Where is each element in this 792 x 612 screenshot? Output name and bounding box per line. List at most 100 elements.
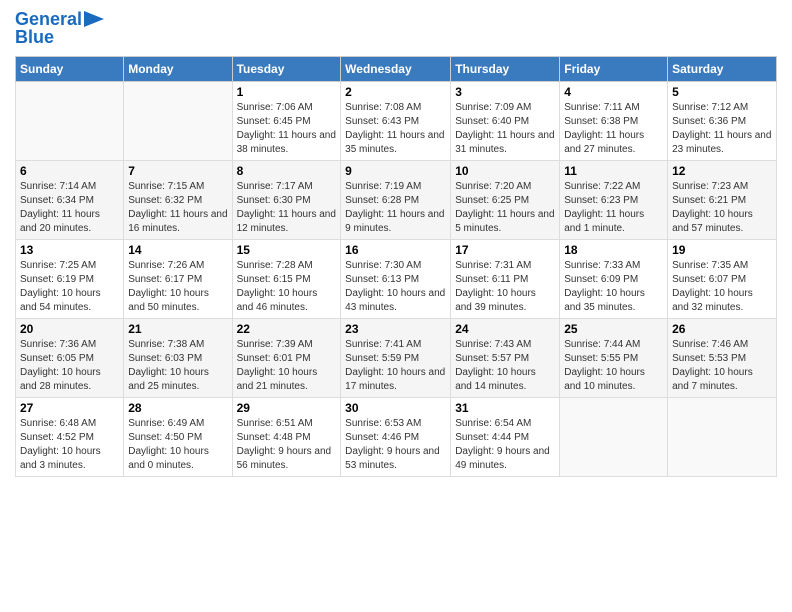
calendar-cell: 7 Sunrise: 7:15 AM Sunset: 6:32 PM Daylig… [124, 160, 232, 239]
day-info: Sunrise: 7:43 AM Sunset: 5:57 PM Dayligh… [455, 338, 555, 394]
day-info: Sunrise: 6:54 AM Sunset: 4:44 PM Dayligh… [455, 417, 555, 473]
day-number: 5 [672, 85, 772, 99]
day-info: Sunrise: 7:15 AM Sunset: 6:32 PM Dayligh… [128, 180, 227, 236]
calendar-week-row: 1Sunrise: 7:06 AM Sunset: 6:45 PM Daylig… [16, 81, 777, 160]
calendar-cell [16, 81, 124, 160]
day-number: 23 [345, 322, 446, 336]
day-number: 6 [20, 164, 119, 178]
calendar-body: 1Sunrise: 7:06 AM Sunset: 6:45 PM Daylig… [16, 81, 777, 476]
day-number: 25 [564, 322, 663, 336]
day-number: 24 [455, 322, 555, 336]
day-info: Sunrise: 7:23 AM Sunset: 6:21 PM Dayligh… [672, 180, 772, 236]
calendar-cell: 6 Sunrise: 7:14 AM Sunset: 6:34 PM Daylig… [16, 160, 124, 239]
day-info: Sunrise: 7:36 AM Sunset: 6:05 PM Dayligh… [20, 338, 119, 394]
day-number: 21 [128, 322, 227, 336]
day-info: Sunrise: 6:51 AM Sunset: 4:48 PM Dayligh… [237, 417, 337, 473]
calendar-header: SundayMondayTuesdayWednesdayThursdayFrid… [16, 56, 777, 81]
day-info: Sunrise: 7:11 AM Sunset: 6:38 PM Dayligh… [564, 101, 663, 157]
calendar-cell: 28 Sunrise: 6:49 AM Sunset: 4:50 PM Dayli… [124, 397, 232, 476]
calendar-cell: 19Sunrise: 7:35 AM Sunset: 6:07 PM Dayli… [668, 239, 777, 318]
day-number: 1 [237, 85, 337, 99]
calendar-cell: 16 Sunrise: 7:30 AM Sunset: 6:13 PM Dayli… [341, 239, 451, 318]
logo-general: General [15, 9, 82, 29]
calendar-cell: 14 Sunrise: 7:26 AM Sunset: 6:17 PM Dayli… [124, 239, 232, 318]
day-number: 22 [237, 322, 337, 336]
day-info: Sunrise: 7:41 AM Sunset: 5:59 PM Dayligh… [345, 338, 446, 394]
day-number: 2 [345, 85, 446, 99]
calendar-cell: 2 Sunrise: 7:08 AM Sunset: 6:43 PM Daylig… [341, 81, 451, 160]
day-number: 20 [20, 322, 119, 336]
calendar-cell: 13Sunrise: 7:25 AM Sunset: 6:19 PM Dayli… [16, 239, 124, 318]
calendar-cell: 5 Sunrise: 7:12 AM Sunset: 6:36 PM Daylig… [668, 81, 777, 160]
day-info: Sunrise: 7:30 AM Sunset: 6:13 PM Dayligh… [345, 259, 446, 315]
calendar-cell: 11Sunrise: 7:22 AM Sunset: 6:23 PM Dayli… [560, 160, 668, 239]
calendar-cell: 15Sunrise: 7:28 AM Sunset: 6:15 PM Dayli… [232, 239, 341, 318]
calendar-cell: 23 Sunrise: 7:41 AM Sunset: 5:59 PM Dayli… [341, 318, 451, 397]
logo-blue: Blue [15, 28, 54, 48]
day-info: Sunrise: 7:28 AM Sunset: 6:15 PM Dayligh… [237, 259, 337, 315]
day-number: 9 [345, 164, 446, 178]
calendar-cell: 26 Sunrise: 7:46 AM Sunset: 5:53 PM Dayli… [668, 318, 777, 397]
weekday-header: Saturday [668, 56, 777, 81]
weekday-header: Tuesday [232, 56, 341, 81]
calendar-cell: 24 Sunrise: 7:43 AM Sunset: 5:57 PM Dayli… [451, 318, 560, 397]
day-info: Sunrise: 7:38 AM Sunset: 6:03 PM Dayligh… [128, 338, 227, 394]
calendar-cell: 25 Sunrise: 7:44 AM Sunset: 5:55 PM Dayli… [560, 318, 668, 397]
calendar-cell: 1Sunrise: 7:06 AM Sunset: 6:45 PM Daylig… [232, 81, 341, 160]
calendar-week-row: 20 Sunrise: 7:36 AM Sunset: 6:05 PM Dayli… [16, 318, 777, 397]
day-number: 26 [672, 322, 772, 336]
day-number: 18 [564, 243, 663, 257]
header: General Blue [15, 10, 777, 48]
weekday-row: SundayMondayTuesdayWednesdayThursdayFrid… [16, 56, 777, 81]
calendar-cell: 31Sunrise: 6:54 AM Sunset: 4:44 PM Dayli… [451, 397, 560, 476]
calendar-cell: 21 Sunrise: 7:38 AM Sunset: 6:03 PM Dayli… [124, 318, 232, 397]
weekday-header: Monday [124, 56, 232, 81]
day-info: Sunrise: 7:46 AM Sunset: 5:53 PM Dayligh… [672, 338, 772, 394]
calendar-cell: 27Sunrise: 6:48 AM Sunset: 4:52 PM Dayli… [16, 397, 124, 476]
day-info: Sunrise: 7:20 AM Sunset: 6:25 PM Dayligh… [455, 180, 555, 236]
day-number: 12 [672, 164, 772, 178]
day-number: 7 [128, 164, 227, 178]
calendar-cell: 22 Sunrise: 7:39 AM Sunset: 6:01 PM Dayli… [232, 318, 341, 397]
day-number: 8 [237, 164, 337, 178]
day-number: 14 [128, 243, 227, 257]
calendar-cell: 18Sunrise: 7:33 AM Sunset: 6:09 PM Dayli… [560, 239, 668, 318]
weekday-header: Sunday [16, 56, 124, 81]
day-info: Sunrise: 6:53 AM Sunset: 4:46 PM Dayligh… [345, 417, 446, 473]
day-info: Sunrise: 7:19 AM Sunset: 6:28 PM Dayligh… [345, 180, 446, 236]
day-info: Sunrise: 7:17 AM Sunset: 6:30 PM Dayligh… [237, 180, 337, 236]
logo-arrow-icon [84, 11, 104, 27]
day-info: Sunrise: 7:12 AM Sunset: 6:36 PM Dayligh… [672, 101, 772, 157]
day-info: Sunrise: 7:14 AM Sunset: 6:34 PM Dayligh… [20, 180, 119, 236]
weekday-header: Wednesday [341, 56, 451, 81]
calendar-cell: 4Sunrise: 7:11 AM Sunset: 6:38 PM Daylig… [560, 81, 668, 160]
day-info: Sunrise: 7:44 AM Sunset: 5:55 PM Dayligh… [564, 338, 663, 394]
calendar-week-row: 13Sunrise: 7:25 AM Sunset: 6:19 PM Dayli… [16, 239, 777, 318]
calendar-cell: 10Sunrise: 7:20 AM Sunset: 6:25 PM Dayli… [451, 160, 560, 239]
calendar-cell: 9 Sunrise: 7:19 AM Sunset: 6:28 PM Daylig… [341, 160, 451, 239]
calendar-cell: 17Sunrise: 7:31 AM Sunset: 6:11 PM Dayli… [451, 239, 560, 318]
day-number: 16 [345, 243, 446, 257]
calendar-cell: 29 Sunrise: 6:51 AM Sunset: 4:48 PM Dayli… [232, 397, 341, 476]
day-info: Sunrise: 6:49 AM Sunset: 4:50 PM Dayligh… [128, 417, 227, 473]
calendar-cell: 3Sunrise: 7:09 AM Sunset: 6:40 PM Daylig… [451, 81, 560, 160]
calendar-cell [668, 397, 777, 476]
day-info: Sunrise: 6:48 AM Sunset: 4:52 PM Dayligh… [20, 417, 119, 473]
weekday-header: Friday [560, 56, 668, 81]
day-number: 30 [345, 401, 446, 415]
day-info: Sunrise: 7:39 AM Sunset: 6:01 PM Dayligh… [237, 338, 337, 394]
calendar-cell: 30 Sunrise: 6:53 AM Sunset: 4:46 PM Dayli… [341, 397, 451, 476]
calendar-week-row: 27Sunrise: 6:48 AM Sunset: 4:52 PM Dayli… [16, 397, 777, 476]
day-number: 11 [564, 164, 663, 178]
day-number: 28 [128, 401, 227, 415]
day-info: Sunrise: 7:08 AM Sunset: 6:43 PM Dayligh… [345, 101, 446, 157]
day-number: 19 [672, 243, 772, 257]
calendar-cell: 20 Sunrise: 7:36 AM Sunset: 6:05 PM Dayli… [16, 318, 124, 397]
calendar-week-row: 6 Sunrise: 7:14 AM Sunset: 6:34 PM Daylig… [16, 160, 777, 239]
page: General Blue SundayMondayTuesdayWednesda… [0, 0, 792, 612]
day-number: 29 [237, 401, 337, 415]
weekday-header: Thursday [451, 56, 560, 81]
day-info: Sunrise: 7:26 AM Sunset: 6:17 PM Dayligh… [128, 259, 227, 315]
calendar-cell [560, 397, 668, 476]
calendar-cell: 8 Sunrise: 7:17 AM Sunset: 6:30 PM Daylig… [232, 160, 341, 239]
